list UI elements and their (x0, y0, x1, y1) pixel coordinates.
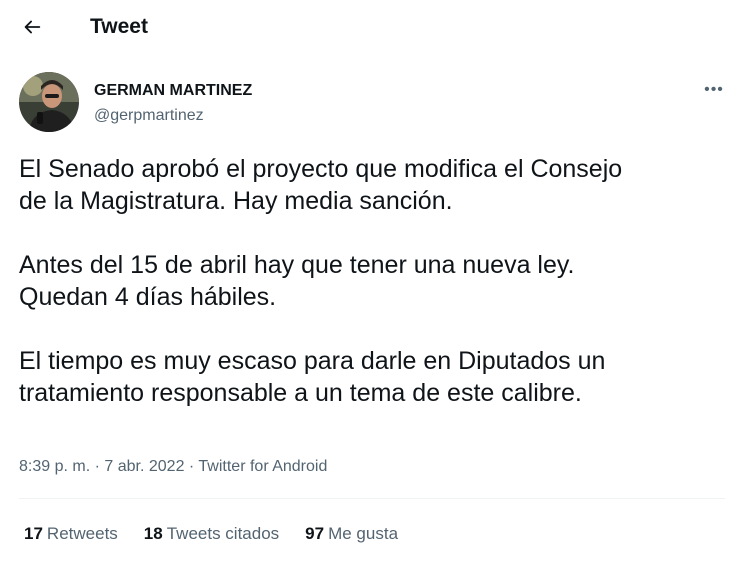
retweets-count: 17 (24, 524, 43, 543)
quotes-stat[interactable]: 18 Tweets citados (144, 523, 279, 545)
arrow-left-icon (24, 20, 41, 34)
tweet-metadata: 8:39 p. m. · 7 abr. 2022 · Twitter for A… (19, 457, 327, 477)
author-name[interactable]: GERMAN MARTINEZ (94, 81, 252, 101)
page-title: Tweet (90, 15, 148, 38)
quotes-label: Tweets citados (166, 524, 280, 543)
divider (19, 498, 725, 499)
retweets-label: Retweets (46, 524, 118, 543)
author-handle[interactable]: @gerpmartinez (94, 106, 204, 126)
tweet-time[interactable]: 8:39 p. m. (19, 458, 90, 475)
tweet-stats: 17 Retweets 18 Tweets citados 97 Me gusta (24, 523, 398, 545)
tweet-source[interactable]: Twitter for Android (198, 458, 327, 475)
more-options-button[interactable]: ••• (698, 78, 730, 102)
tweet-line: Antes del 15 de abril hay que tener una … (19, 251, 575, 279)
quotes-count: 18 (143, 524, 163, 543)
likes-label: Me gusta (328, 524, 399, 543)
meta-separator: · (188, 458, 199, 475)
tweet-line: El Senado aprobó el proyecto que modific… (19, 155, 623, 183)
meta-separator: · (94, 458, 105, 475)
likes-stat[interactable]: 97 Me gusta (305, 523, 398, 545)
likes-count: 97 (305, 524, 325, 543)
tweet-line: tratamiento responsable a un tema de est… (19, 379, 582, 407)
tweet-date[interactable]: 7 abr. 2022 (104, 458, 184, 475)
tweet-line: Quedan 4 días hábiles. (19, 283, 277, 311)
more-horizontal-icon: ••• (704, 81, 724, 98)
retweets-stat[interactable]: 17 Retweets (24, 523, 118, 545)
tweet-text: El Senado aprobó el proyecto que modific… (19, 153, 724, 409)
back-button[interactable] (14, 9, 50, 45)
avatar-image (19, 72, 79, 132)
header: Tweet (0, 0, 738, 54)
tweet-page: Tweet GERMAN MARTINEZ @gerpmartinez ••• … (0, 0, 738, 562)
avatar[interactable] (19, 72, 79, 132)
tweet-line: El tiempo es muy escaso para darle en Di… (19, 347, 606, 375)
tweet-line: de la Magistratura. Hay media sanción. (19, 187, 453, 215)
